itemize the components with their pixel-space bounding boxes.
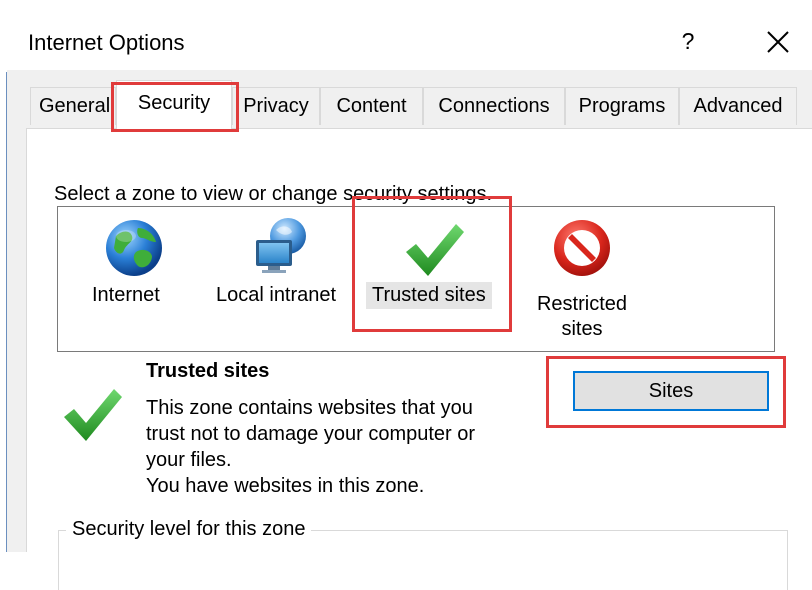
help-button[interactable]: ? [674,24,702,58]
zone-intro-text: Select a zone to view or change security… [54,183,493,205]
zone-restricted-sites-label: Restricted sites [532,292,632,342]
zone-restricted-line1: Restricted [536,293,628,315]
tab-advanced-label: Advanced [693,95,783,117]
tab-advanced[interactable]: Advanced [679,87,797,125]
tab-content[interactable]: Content [320,87,423,125]
tab-content-label: Content [336,95,407,117]
zone-internet[interactable] [84,212,184,348]
tab-privacy-label: Privacy [243,95,309,117]
tab-security[interactable]: Security [116,80,232,130]
zone-local-intranet[interactable] [214,212,350,348]
close-icon [767,31,789,53]
prohibited-icon [554,220,610,276]
zone-internet-label: Internet [92,284,160,306]
trusted-sites-checkmark-icon [64,389,122,441]
zone-local-intranet-label: Local intranet [216,284,337,306]
tab-general[interactable]: General [30,87,116,125]
window-title: Internet Options [28,30,185,55]
zone-detail-title: Trusted sites [146,360,270,382]
zone-trusted-sites[interactable] [366,212,500,348]
zone-detail-line-4: You have websites in this zone. [146,475,425,497]
intranet-icon [256,218,306,273]
tab-connections[interactable]: Connections [423,87,565,125]
security-level-label: Security level for this zone [66,518,312,541]
tab-general-label: General [39,95,111,117]
zone-trusted-sites-label: Trusted sites [366,282,492,309]
zone-trusted-sites-text: Trusted sites [372,284,486,306]
zone-detail-line-2: trust not to damage your computer or [146,423,476,445]
sites-button[interactable]: Sites [573,371,769,411]
globe-icon [106,220,162,276]
zone-detail-line-3: your files. [146,449,232,471]
tab-privacy[interactable]: Privacy [232,87,320,125]
zone-restricted-line2: sites [561,318,603,340]
tab-connections-label: Connections [438,95,550,117]
zone-detail-line-1: This zone contains websites that you [146,397,473,419]
close-button[interactable] [758,24,798,58]
tab-security-label: Security [137,92,211,114]
checkmark-icon [406,224,464,276]
tab-programs-label: Programs [578,95,666,117]
tab-programs[interactable]: Programs [565,87,679,125]
